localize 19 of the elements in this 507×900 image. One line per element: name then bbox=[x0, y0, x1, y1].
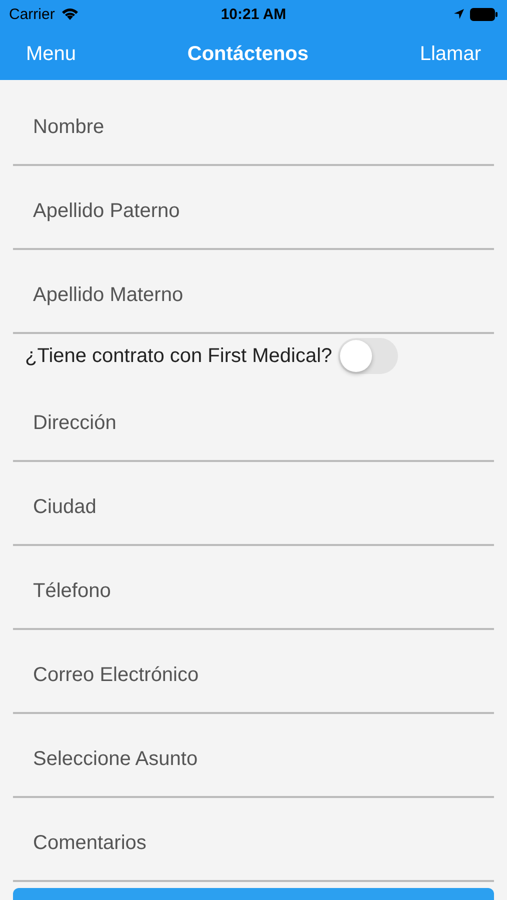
contract-question: ¿Tiene contrato con First Medical? bbox=[25, 344, 332, 368]
call-button[interactable]: Llamar bbox=[406, 38, 495, 70]
text-field[interactable]: Dirección bbox=[13, 378, 494, 462]
status-time: 10:21 AM bbox=[220, 6, 286, 22]
text-field[interactable]: Ciudad bbox=[13, 462, 494, 546]
wifi-icon bbox=[60, 7, 80, 21]
text-field[interactable]: Comentarios bbox=[13, 798, 494, 882]
page-title: Contáctenos bbox=[187, 42, 308, 66]
text-field[interactable]: Apellido Paterno bbox=[13, 166, 494, 250]
contract-toggle[interactable] bbox=[338, 338, 398, 374]
text-field[interactable]: Nombre bbox=[13, 82, 494, 166]
battery-icon bbox=[470, 8, 498, 20]
carrier-label: Carrier bbox=[9, 6, 55, 22]
text-field[interactable]: Télefono bbox=[13, 546, 494, 630]
text-field[interactable]: Seleccione Asunto bbox=[13, 714, 494, 798]
location-arrow-icon bbox=[453, 8, 465, 20]
text-field[interactable]: Correo Electrónico bbox=[13, 630, 494, 714]
text-field[interactable]: Apellido Materno bbox=[13, 250, 494, 334]
menu-button[interactable]: Menu bbox=[12, 38, 90, 70]
